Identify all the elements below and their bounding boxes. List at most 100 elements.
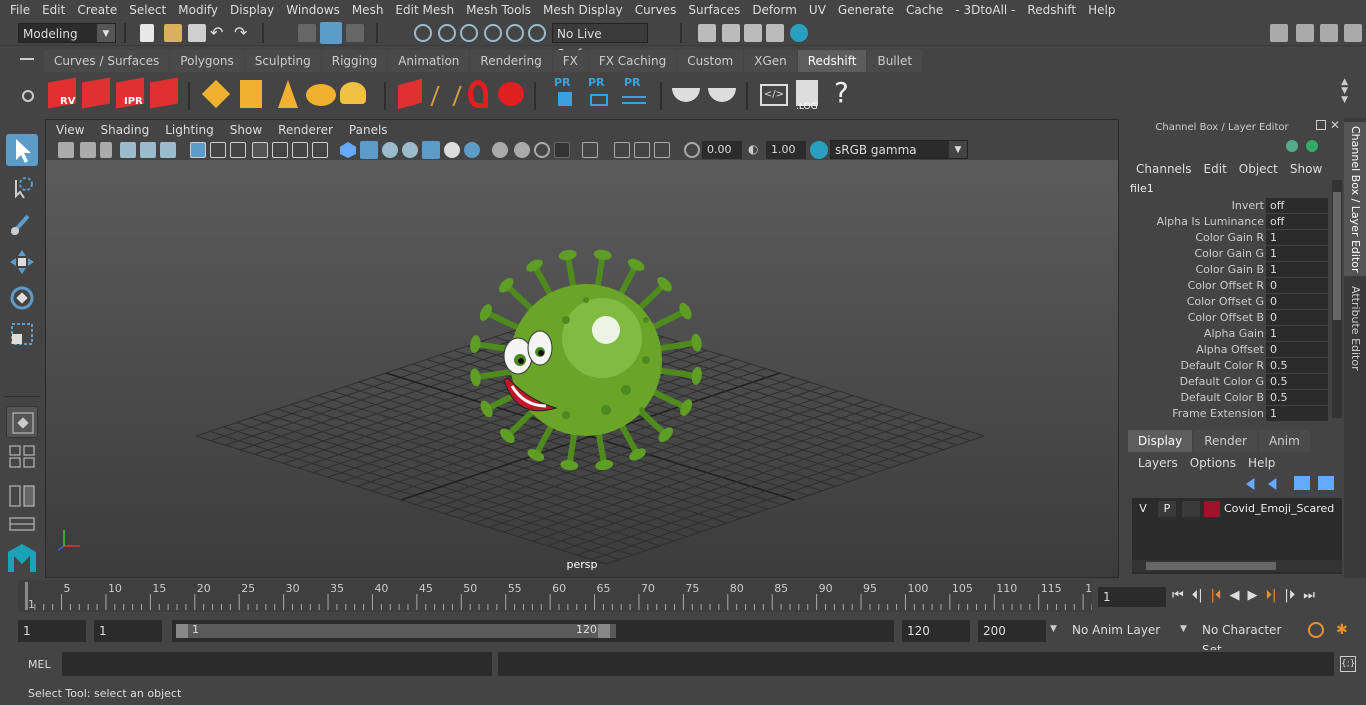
redshift-bake-set-icon[interactable] [704,76,738,112]
channel-row[interactable]: Color Gain R1 [1128,230,1328,246]
channel-box-toggle-icon[interactable] [1344,24,1362,42]
redshift-curve-icon[interactable] [462,76,496,112]
channel-value-field[interactable]: 1 [1266,406,1328,421]
channel-row[interactable]: Default Color G 0.5 [1128,374,1328,390]
exposure-icon[interactable] [684,142,700,158]
panel-menu-view[interactable]: View [48,123,92,137]
camera-attributes-icon[interactable] [80,142,96,158]
move-layer-down-icon[interactable] [1268,478,1277,490]
four-view-layout-icon[interactable] [6,444,38,468]
shelf-tab-xgen[interactable]: XGen [744,50,797,72]
modeling-toolkit-icon[interactable] [1270,24,1288,42]
live-surface-field[interactable]: No Live Surface [552,23,648,61]
channel-value-field[interactable]: 1 [1266,246,1328,261]
shelf-tab-rigging[interactable]: Rigging [321,50,388,72]
shelf-scroll-arrows-icon[interactable]: ▲ ▼ ▼ [1341,78,1348,105]
snap-projected-center-icon[interactable] [484,24,502,42]
menu-select[interactable]: Select [123,0,172,20]
channel-row[interactable]: Default Color R 0.5 [1128,358,1328,374]
channel-row[interactable]: Color Offset B0 [1128,310,1328,326]
channel-row[interactable]: Frame Extension 1 [1128,406,1328,422]
channel-row[interactable]: Color Gain B1 [1128,262,1328,278]
chevron-down-icon[interactable]: ▼ [1050,624,1057,634]
shelf-tab-polygons[interactable]: Polygons [170,50,244,72]
playback-end-field[interactable]: 120 [902,620,970,642]
playback-start-field[interactable]: 1 [94,620,162,642]
close-icon[interactable]: ✕ [1330,118,1340,132]
render-settings-icon[interactable] [766,24,784,42]
shelf-tab-fx-caching[interactable]: FX Caching [588,50,677,72]
range-slider[interactable]: 1 120 [172,620,894,642]
step-forward-frame-icon[interactable]: ⏵| [1265,588,1276,606]
menu-deform[interactable]: Deform [746,0,803,20]
anim-layer-selector[interactable]: No Anim Layer [1068,620,1180,642]
layer-menu-layers[interactable]: Layers [1132,456,1184,470]
pr-swap-icon[interactable]: PR [616,76,650,112]
step-forward-key-icon[interactable]: |⏵ [1284,588,1295,606]
channel-row[interactable]: Alpha Is Luminance off [1128,214,1328,230]
outliner-layout-icon[interactable] [6,484,38,508]
bookmark-icon[interactable] [100,142,112,158]
layer-playback-toggle[interactable]: P [1158,501,1176,517]
resolution-gate-icon[interactable] [230,142,246,158]
redshift-batch-render-icon[interactable] [80,76,114,112]
go-to-end-icon[interactable]: ⏭ [1303,588,1315,606]
step-back-frame-icon[interactable]: |⏴ [1211,588,1222,606]
end-time-field[interactable]: 200 [978,620,1046,642]
menu-cache[interactable]: Cache [900,0,949,20]
shelf-tab-redshift[interactable]: Redshift [797,50,867,72]
log-file-icon[interactable]: .LOG [790,76,824,112]
grease-pencil-icon[interactable] [160,142,176,158]
redshift-ipr-icon[interactable]: IPR [114,76,148,112]
redshift-proxy-icon[interactable] [200,76,234,112]
script-editor-icon[interactable]: {;} [1340,656,1356,672]
ipr-render-icon[interactable] [744,24,762,42]
animation-preferences-icon[interactable]: ✱ [1336,622,1354,640]
snap-grid-icon[interactable] [414,24,432,42]
motion-blur-icon[interactable] [492,142,508,158]
redshift-render-view-icon[interactable]: RV [46,76,80,112]
play-forward-icon[interactable]: ▶ [1247,588,1257,606]
channel-row[interactable]: Color Gain G1 [1128,246,1328,262]
xray-icon[interactable] [554,142,570,158]
redshift-render-settings-icon[interactable] [148,76,182,112]
channel-value-field[interactable]: 1 [1266,262,1328,277]
rotate-tool-icon[interactable] [6,282,38,314]
redshift-sphere-icon[interactable] [494,76,528,112]
character-set-selector[interactable]: No Character Set [1198,620,1298,657]
menu-mesh-tools[interactable]: Mesh Tools [460,0,537,20]
menu-help[interactable]: Help [1082,0,1121,20]
redo-icon[interactable]: ↷ [234,24,252,42]
menu-modify[interactable]: Modify [172,0,224,20]
safe-action-icon[interactable] [292,142,308,158]
channel-value-field[interactable]: 0.5 [1266,374,1328,389]
film-gate-icon[interactable] [210,142,226,158]
channel-box-menu-object[interactable]: Object [1233,162,1284,176]
channel-value-field[interactable]: 0 [1266,294,1328,309]
layer-menu-help[interactable]: Help [1242,456,1281,470]
channel-value-field[interactable]: 0 [1266,278,1328,293]
channel-value-field[interactable]: off [1266,198,1328,213]
backface-culling-icon[interactable] [654,142,670,158]
redshift-dome-light-icon[interactable] [304,76,338,112]
channel-row[interactable]: Color Offset G0 [1128,294,1328,310]
shelf-menu-icon[interactable] [20,58,34,60]
xray-active-icon[interactable] [634,142,650,158]
perspective-viewport[interactable]: persp [46,160,1118,577]
paint-select-tool-icon[interactable] [6,208,38,240]
render-sequence-icon[interactable] [722,24,740,42]
current-time-marker[interactable] [25,582,28,610]
shelf-tab-bullet[interactable]: Bullet [867,50,923,72]
isolate-select-icon[interactable] [582,142,598,158]
shelf-tab-animation[interactable]: Animation [388,50,470,72]
channel-value-field[interactable]: 0.5 [1266,358,1328,373]
channel-row[interactable]: Alpha Offset 0 [1128,342,1328,358]
snap-view-plane-icon[interactable] [506,24,524,42]
layer-menu-options[interactable]: Options [1184,456,1242,470]
attribute-editor-toggle-icon[interactable] [1320,24,1338,42]
panel-menu-panels[interactable]: Panels [341,123,396,137]
menu-edit[interactable]: Edit [36,0,71,20]
channel-box-menu-show[interactable]: Show [1284,162,1328,176]
single-perspective-layout-icon[interactable] [6,406,38,438]
menu-edit-mesh[interactable]: Edit Mesh [389,0,460,20]
